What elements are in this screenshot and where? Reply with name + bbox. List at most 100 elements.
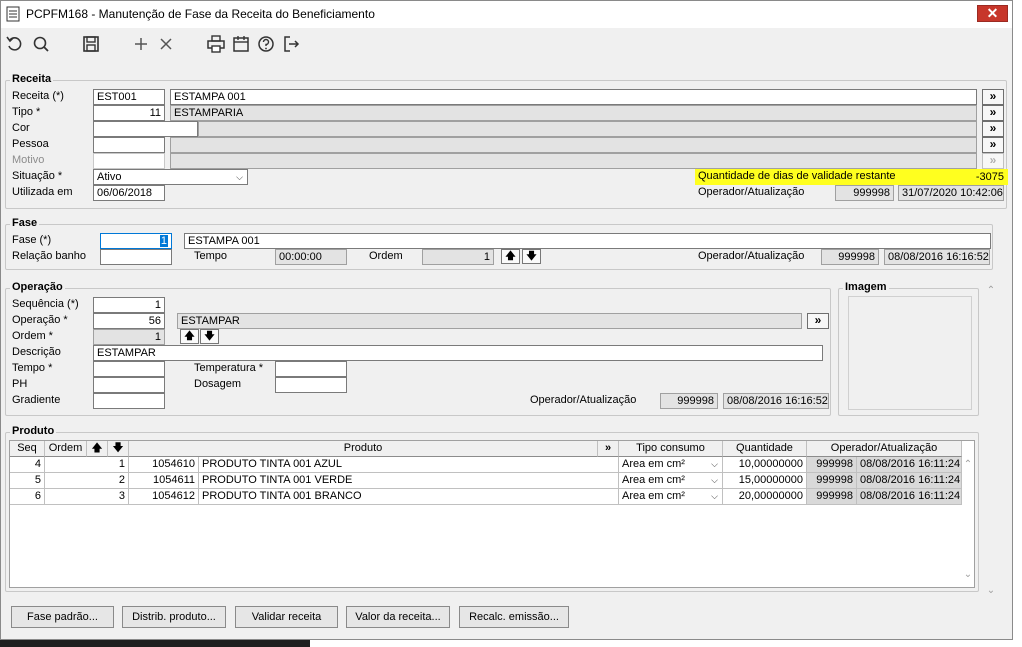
relacao-banho-label: Relação banho: [12, 250, 87, 262]
pessoa-code-input[interactable]: [93, 137, 165, 153]
receita-lookup-button[interactable]: »: [982, 89, 1004, 105]
row-atualizacao: 08/08/2016 16:11:24: [857, 457, 962, 473]
validar-receita-button[interactable]: Validar receita: [235, 606, 338, 628]
utilizada-input[interactable]: 06/06/2018: [93, 185, 165, 201]
row-tipo-select[interactable]: Area em cm² ⌵: [619, 457, 723, 473]
row-ordem[interactable]: 2: [45, 473, 129, 489]
op-move-up-button[interactable]: 🡅: [180, 329, 199, 344]
grid-scroll-up-icon[interactable]: ⌃: [962, 459, 974, 470]
row-ordem[interactable]: 1: [45, 457, 129, 473]
pessoa-lookup-button[interactable]: »: [982, 137, 1004, 153]
col-oper-header[interactable]: Operador/Atualização: [807, 441, 962, 457]
fase-move-down-button[interactable]: 🡇: [522, 249, 541, 264]
ph-input[interactable]: [93, 377, 165, 393]
add-icon[interactable]: [130, 33, 152, 55]
row-seq[interactable]: 5: [10, 473, 45, 489]
receita-legend: Receita: [10, 73, 54, 85]
calendar-icon[interactable]: [230, 33, 252, 55]
save-icon[interactable]: [80, 33, 102, 55]
row-tipo-select[interactable]: Area em cm² ⌵: [619, 473, 723, 489]
grid-move-up-button[interactable]: 🡅: [87, 441, 108, 457]
search-icon[interactable]: [30, 33, 52, 55]
row-product-name[interactable]: PRODUTO TINTA 001 AZUL: [199, 457, 619, 473]
operacao-desc-field: ESTAMPAR: [177, 313, 802, 329]
row-product-code[interactable]: 1054610: [129, 457, 199, 473]
sequencia-input[interactable]: 1: [93, 297, 165, 313]
chevron-down-icon: ⌵: [711, 491, 718, 501]
dosagem-input[interactable]: [275, 377, 347, 393]
exit-icon[interactable]: [280, 33, 302, 55]
chevron-down-icon: ⌵: [236, 172, 243, 182]
row-product-code[interactable]: 1054612: [129, 489, 199, 505]
row-product-code[interactable]: 1054611: [129, 473, 199, 489]
scroll-up-icon[interactable]: ⌃: [985, 285, 997, 296]
distrib-produto-button[interactable]: Distrib. produto...: [122, 606, 226, 628]
fase-ordem-field: 1: [422, 249, 494, 265]
receita-code-input[interactable]: EST001: [93, 89, 165, 105]
ph-label: PH: [12, 378, 28, 390]
row-operador: 999998: [807, 473, 857, 489]
cor-desc-field: [198, 121, 977, 137]
receita-desc-input[interactable]: ESTAMPA 001: [170, 89, 977, 105]
op-operador-date: 08/08/2016 16:16:52: [723, 393, 829, 409]
recalc-emissao-button[interactable]: Recalc. emissão...: [459, 606, 569, 628]
receita-operador-code: 999998: [835, 185, 894, 201]
row-product-name[interactable]: PRODUTO TINTA 001 VERDE: [199, 473, 619, 489]
op-operador-code: 999998: [660, 393, 718, 409]
validade-value: -3075: [898, 169, 1008, 185]
col-produto-header[interactable]: Produto: [129, 441, 598, 457]
row-quantidade[interactable]: 10,00000000: [723, 457, 807, 473]
close-button[interactable]: ✕: [977, 5, 1008, 22]
tipo-label: Tipo *: [12, 106, 41, 118]
fase-padrao-button[interactable]: Fase padrão...: [11, 606, 114, 628]
grid-move-down-button[interactable]: 🡇: [108, 441, 129, 457]
row-seq[interactable]: 6: [10, 489, 45, 505]
op-move-down-button[interactable]: 🡇: [200, 329, 219, 344]
situacao-select[interactable]: Ativo ⌵: [93, 169, 248, 185]
row-quantidade[interactable]: 20,00000000: [723, 489, 807, 505]
col-seq-header[interactable]: Seq: [10, 441, 45, 457]
relacao-banho-input[interactable]: [100, 249, 172, 265]
receita-label: Receita (*): [12, 90, 64, 102]
fase-legend: Fase: [10, 217, 40, 229]
delete-icon[interactable]: [155, 33, 177, 55]
motivo-label: Motivo: [12, 154, 45, 166]
gradiente-input[interactable]: [93, 393, 165, 409]
row-atualizacao: 08/08/2016 16:11:24: [857, 473, 962, 489]
fase-desc-input[interactable]: ESTAMPA 001: [184, 233, 991, 249]
fase-code-input[interactable]: 1: [100, 233, 172, 249]
scroll-down-icon[interactable]: ⌄: [985, 585, 997, 596]
print-icon[interactable]: [205, 33, 227, 55]
op-tempo-input[interactable]: [93, 361, 165, 377]
produto-lookup-button[interactable]: »: [598, 441, 619, 457]
cor-code-input[interactable]: [93, 121, 198, 137]
row-product-name[interactable]: PRODUTO TINTA 001 BRANCO: [199, 489, 619, 505]
row-quantidade[interactable]: 15,00000000: [723, 473, 807, 489]
cor-lookup-button[interactable]: »: [982, 121, 1004, 137]
pessoa-label: Pessoa: [12, 138, 49, 150]
grid-scroll-down-icon[interactable]: ⌄: [962, 569, 974, 580]
imagem-area[interactable]: [848, 296, 972, 410]
tipo-code-input[interactable]: 11: [93, 105, 165, 121]
operacao-code-input[interactable]: 56: [93, 313, 165, 329]
fase-move-up-button[interactable]: 🡅: [501, 249, 520, 264]
row-tipo-select[interactable]: Area em cm² ⌵: [619, 489, 723, 505]
receita-operador-label: Operador/Atualização: [698, 186, 805, 198]
help-icon[interactable]: [255, 33, 277, 55]
col-tipo-header[interactable]: Tipo consumo: [619, 441, 723, 457]
descricao-label: Descrição: [12, 346, 61, 358]
tipo-lookup-button[interactable]: »: [982, 105, 1004, 121]
valor-receita-button[interactable]: Valor da receita...: [346, 606, 450, 628]
fase-operador-label: Operador/Atualização: [698, 250, 805, 262]
row-ordem[interactable]: 3: [45, 489, 129, 505]
descricao-input[interactable]: ESTAMPAR: [93, 345, 823, 361]
op-operador-label: Operador/Atualização: [530, 394, 637, 406]
situacao-label: Situação *: [12, 170, 63, 182]
col-ordem-header[interactable]: Ordem: [45, 441, 87, 457]
col-qtd-header[interactable]: Quantidade: [723, 441, 807, 457]
undo-icon[interactable]: [4, 33, 26, 55]
operacao-lookup-button[interactable]: »: [807, 313, 829, 329]
row-seq[interactable]: 4: [10, 457, 45, 473]
situacao-value: Ativo: [97, 171, 122, 183]
temperatura-input[interactable]: [275, 361, 347, 377]
